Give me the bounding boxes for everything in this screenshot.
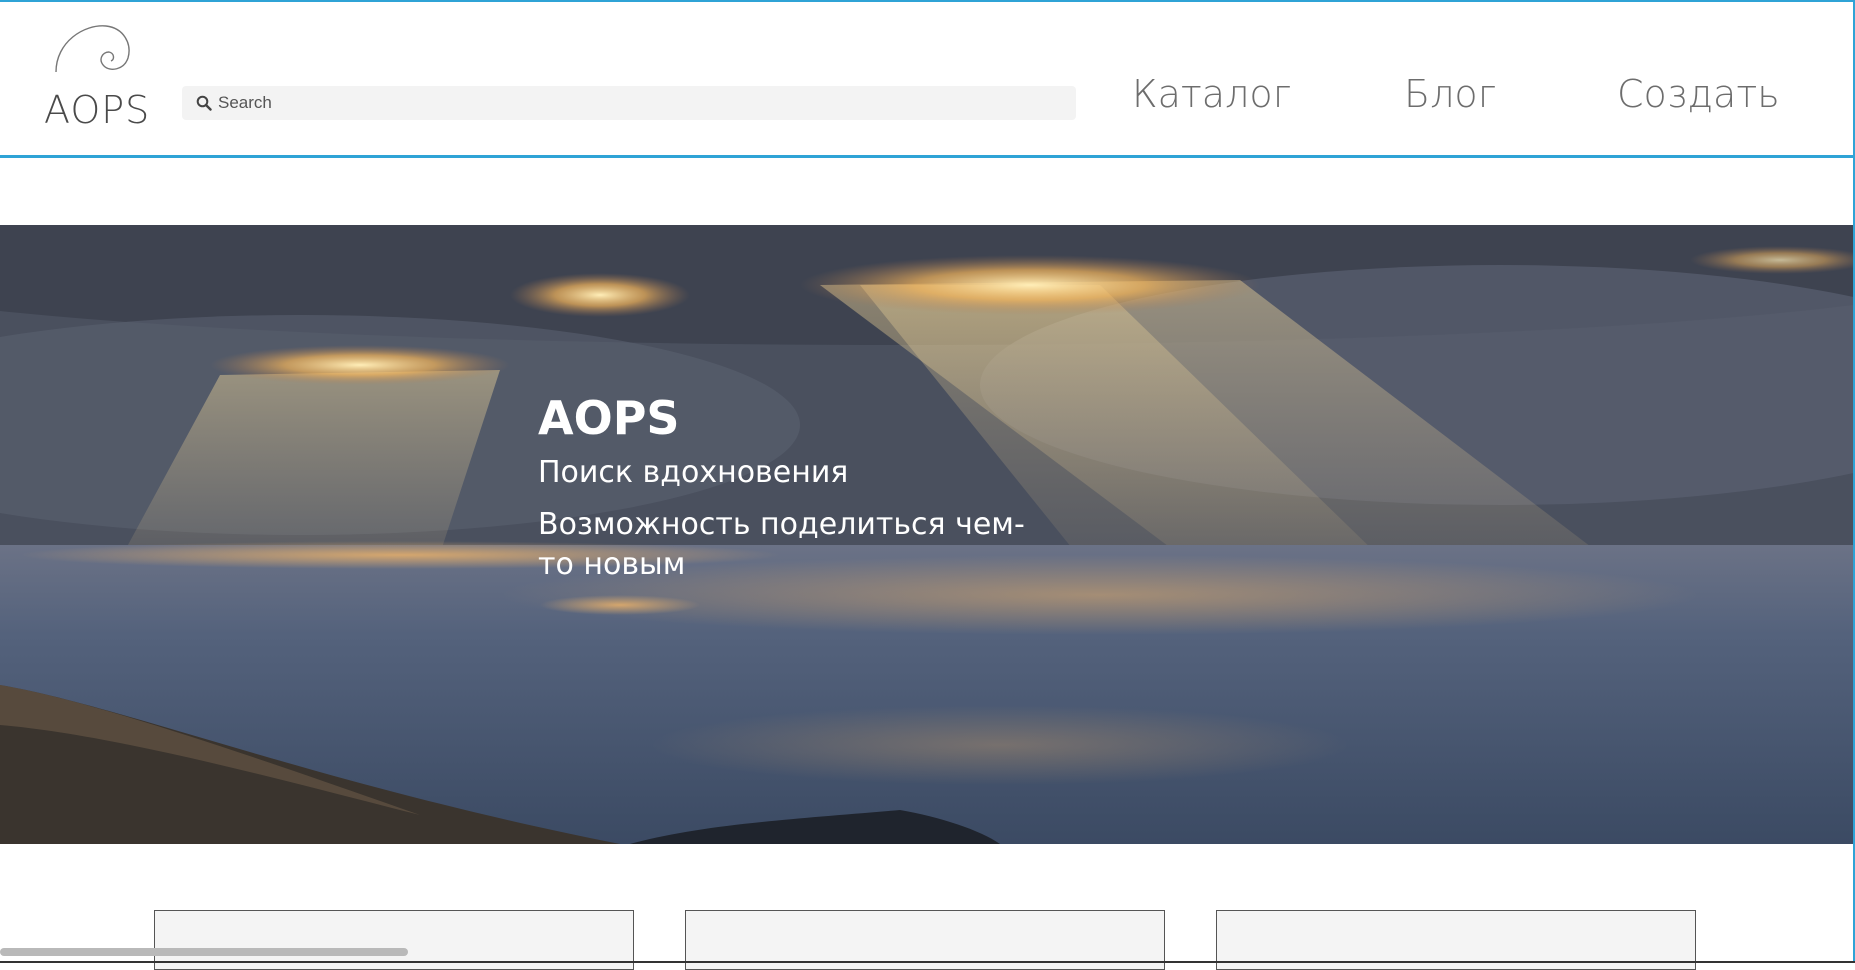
logo[interactable]: AOPS [40,22,150,132]
spiral-logo-icon [55,25,130,73]
hero-banner: AOPS Поиск вдохновения Возможность подел… [0,225,1853,844]
hero-description: Возможность поделиться чем-то новым [538,507,1025,582]
nav-catalog-link[interactable]: Каталог [1132,72,1291,116]
hero-subtitle: Поиск вдохновения [538,455,849,490]
search-bar[interactable] [182,86,1076,120]
search-icon [196,95,212,111]
nav-blog-link[interactable]: Блог [1404,72,1496,116]
nav-create-link[interactable]: Создать [1617,72,1780,116]
site-header: AOPS Каталог Блог Создать [0,2,1853,158]
logo-text: AOPS [44,88,151,132]
hero-title: AOPS [538,391,680,445]
horizontal-scrollbar-thumb[interactable] [0,948,408,956]
search-input[interactable] [218,86,1058,120]
